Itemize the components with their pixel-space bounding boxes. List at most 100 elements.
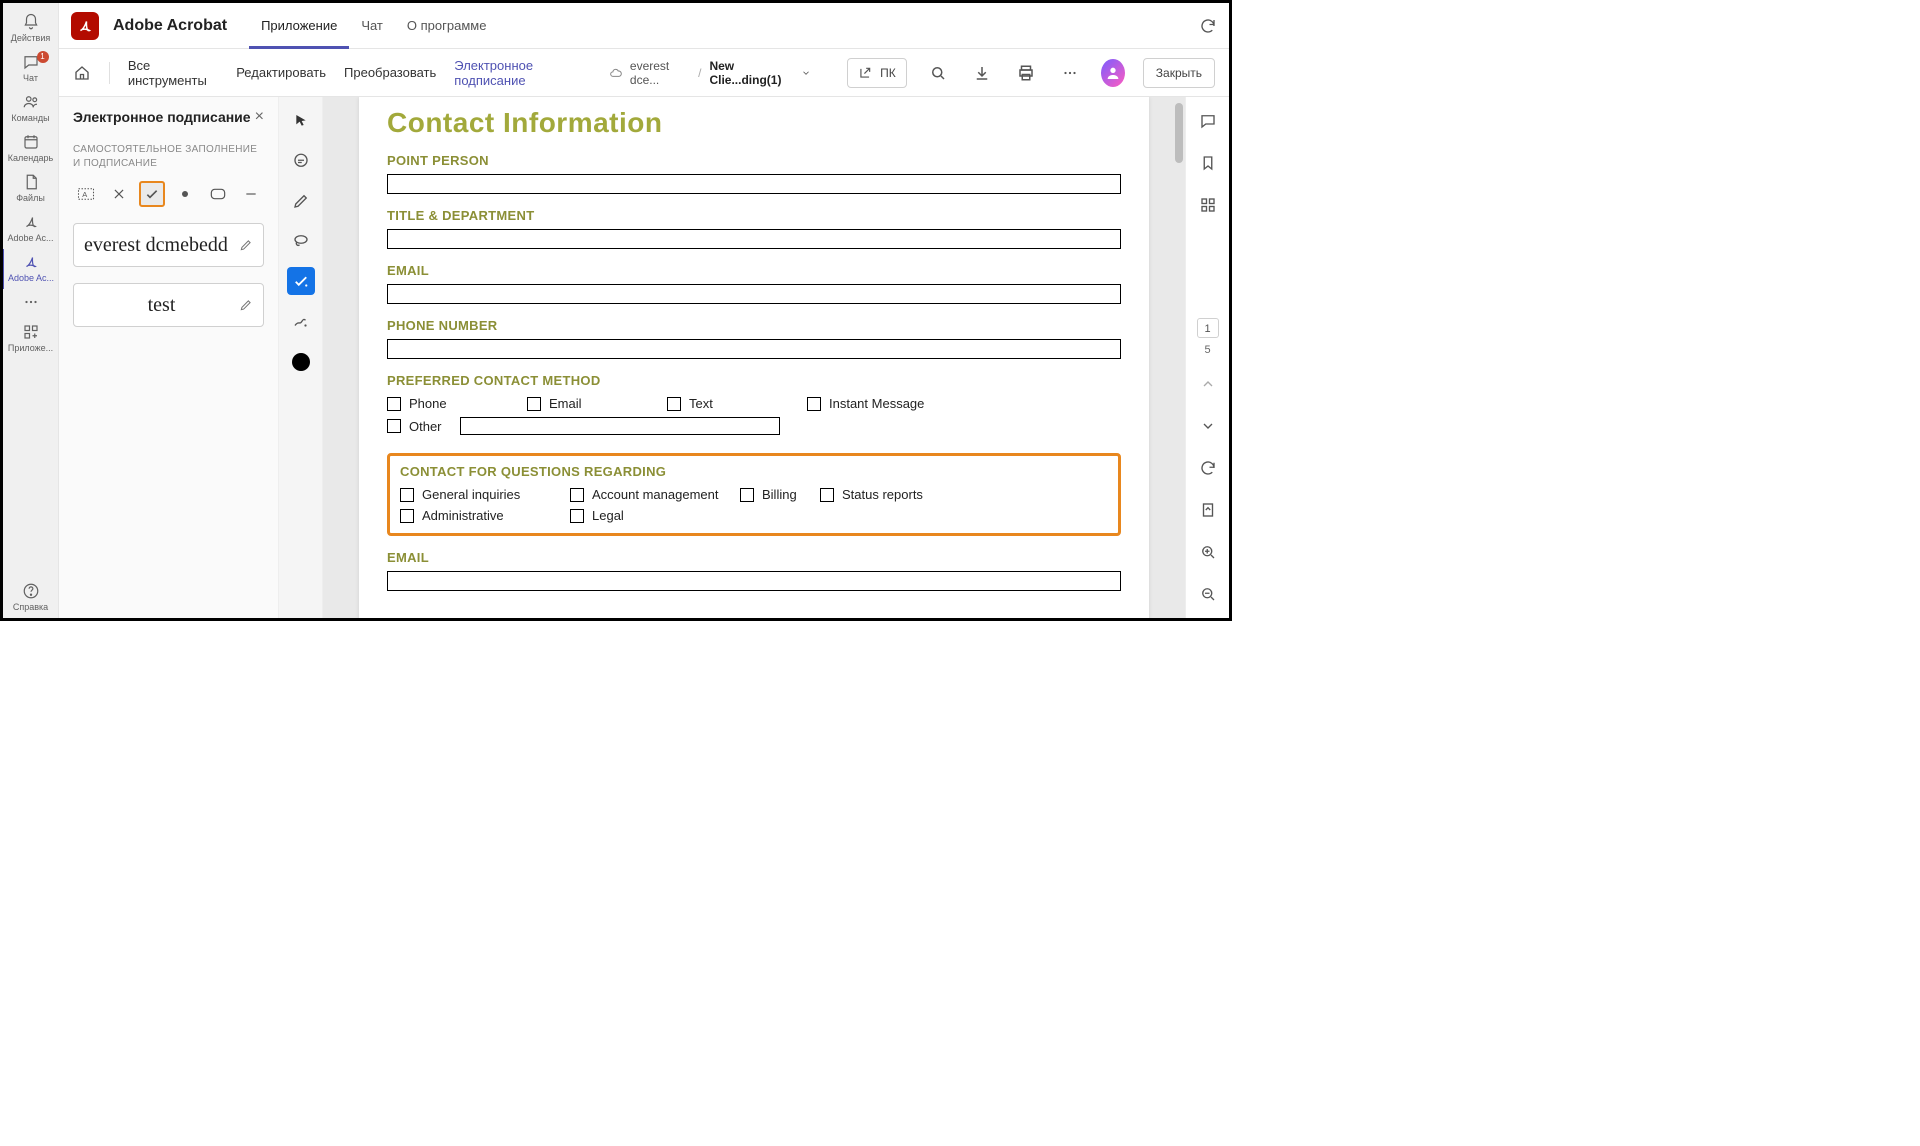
checkbox-general[interactable]: General inquiries (400, 487, 570, 502)
checkbox-text[interactable]: Text (667, 396, 807, 411)
vtool-comment[interactable] (287, 147, 315, 175)
rail-item-chat[interactable]: 1 Чат (3, 49, 59, 89)
rail-item-teams[interactable]: Команды (3, 89, 59, 129)
color-swatch[interactable] (292, 353, 310, 371)
esign-panel-close[interactable]: × (255, 109, 264, 125)
input-email2[interactable] (387, 571, 1121, 591)
bell-icon (22, 13, 40, 31)
rail-item-adobe-1[interactable]: Adobe Ac... (3, 209, 59, 249)
toolbar-link-edit[interactable]: Редактировать (236, 65, 326, 80)
label-email2: EMAIL (387, 550, 1121, 565)
open-desktop-button[interactable]: ПК (847, 58, 907, 88)
esign-panel-title: Электронное подписание (73, 109, 251, 125)
chevron-down-icon (1200, 418, 1216, 434)
rrail-zoom-in[interactable] (1194, 538, 1222, 566)
label-preferred: PREFERRED CONTACT METHOD (387, 373, 1121, 388)
toolbar-link-esign[interactable]: Электронное подписание (454, 58, 586, 103)
checkbox-legal[interactable]: Legal (570, 508, 650, 523)
avatar[interactable] (1101, 59, 1125, 87)
zoom-out-icon (1199, 585, 1217, 603)
rrail-comments[interactable] (1194, 107, 1222, 135)
rail-item-apps[interactable]: Приложе... (3, 319, 59, 359)
signature-box-2[interactable]: test (73, 283, 264, 327)
checkbox-billing[interactable]: Billing (740, 487, 820, 502)
bookmark-icon (1199, 154, 1217, 172)
lasso-icon (292, 232, 310, 250)
checkbox-im[interactable]: Instant Message (807, 396, 1007, 411)
vtool-lasso[interactable] (287, 227, 315, 255)
document-viewport[interactable]: Contact Information POINT PERSON TITLE &… (323, 97, 1185, 618)
label-point-person: POINT PERSON (387, 153, 1121, 168)
download-button[interactable] (969, 60, 995, 86)
label-contact-for: CONTACT FOR QUESTIONS REGARDING (400, 464, 1108, 479)
checkbox-status[interactable]: Status reports (820, 487, 990, 502)
pencil-icon[interactable] (239, 298, 253, 312)
annotation-tool-row: A (73, 181, 264, 207)
rrail-zoom-out[interactable] (1194, 580, 1222, 608)
acrobat-logo (71, 12, 99, 40)
rrail-bookmark[interactable] (1194, 149, 1222, 177)
checkbox-admin[interactable]: Administrative (400, 508, 570, 523)
checkbox-other[interactable]: Other (387, 417, 780, 435)
breadcrumb-cloud[interactable]: everest dce... (630, 59, 690, 87)
breadcrumb-file[interactable]: New Clie...ding(1) (709, 59, 793, 87)
rail-item-more[interactable] (3, 289, 59, 319)
tab-app[interactable]: Приложение (249, 3, 349, 49)
search-button[interactable] (925, 60, 951, 86)
input-other[interactable] (460, 417, 780, 435)
app-title: Adobe Acrobat (113, 17, 227, 35)
tool-line[interactable] (239, 181, 264, 207)
input-email[interactable] (387, 284, 1121, 304)
checkbox-account[interactable]: Account management (570, 487, 740, 502)
input-phone[interactable] (387, 339, 1121, 359)
pencil-icon[interactable] (239, 238, 253, 252)
rrail-page-up[interactable] (1194, 370, 1222, 398)
tab-about[interactable]: О программе (395, 3, 499, 49)
rrail-thumbnails[interactable] (1194, 191, 1222, 219)
rrail-page-down[interactable] (1194, 412, 1222, 440)
home-button[interactable] (73, 64, 91, 82)
vtool-select[interactable] (287, 107, 315, 135)
chevron-down-icon[interactable] (801, 67, 811, 79)
input-point-person[interactable] (387, 174, 1121, 194)
refresh-button[interactable] (1199, 17, 1217, 35)
print-button[interactable] (1013, 60, 1039, 86)
page-fit-icon (1199, 501, 1217, 519)
rail-item-adobe-2[interactable]: Adobe Ac... (2, 249, 58, 289)
svg-text:A: A (82, 190, 87, 199)
rail-label: Чат (3, 73, 59, 83)
help-icon (22, 582, 40, 600)
scrollbar-thumb[interactable] (1175, 103, 1183, 163)
input-title-dept[interactable] (387, 229, 1121, 249)
rrail-rotate[interactable] (1194, 454, 1222, 482)
rail-item-help[interactable]: Справка (3, 578, 59, 618)
page-current[interactable]: 1 (1197, 318, 1219, 338)
vtool-sign-pen[interactable] (287, 307, 315, 335)
acrobat-icon (22, 253, 40, 271)
rail-item-activity[interactable]: Действия (3, 9, 59, 49)
tool-check[interactable] (139, 181, 164, 207)
rail-item-calendar[interactable]: Календарь (3, 129, 59, 169)
more-button[interactable] (1057, 60, 1083, 86)
tool-circle[interactable] (206, 181, 231, 207)
separator (109, 62, 110, 84)
vtool-sign[interactable] (287, 267, 315, 295)
rail-item-files[interactable]: Файлы (3, 169, 59, 209)
rrail-fit[interactable] (1194, 496, 1222, 524)
open-desktop-label: ПК (880, 66, 896, 80)
header: Adobe Acrobat Приложение Чат О программе (59, 3, 1229, 49)
chevron-up-icon (1200, 376, 1216, 392)
tool-text[interactable]: A (73, 181, 98, 207)
close-button[interactable]: Закрыть (1143, 58, 1215, 88)
rail-label: Adobe Ac... (3, 233, 59, 243)
toolbar-link-convert[interactable]: Преобразовать (344, 65, 436, 80)
vtool-draw[interactable] (287, 187, 315, 215)
tab-chat[interactable]: Чат (349, 3, 395, 49)
tool-cross[interactable] (106, 181, 131, 207)
checkbox-phone[interactable]: Phone (387, 396, 527, 411)
signature-box-1[interactable]: everest dcmebedd (73, 223, 264, 267)
tool-dot[interactable] (173, 181, 198, 207)
toolbar-link-all-tools[interactable]: Все инструменты (128, 58, 218, 88)
checkbox-email[interactable]: Email (527, 396, 667, 411)
check-icon (292, 272, 310, 290)
